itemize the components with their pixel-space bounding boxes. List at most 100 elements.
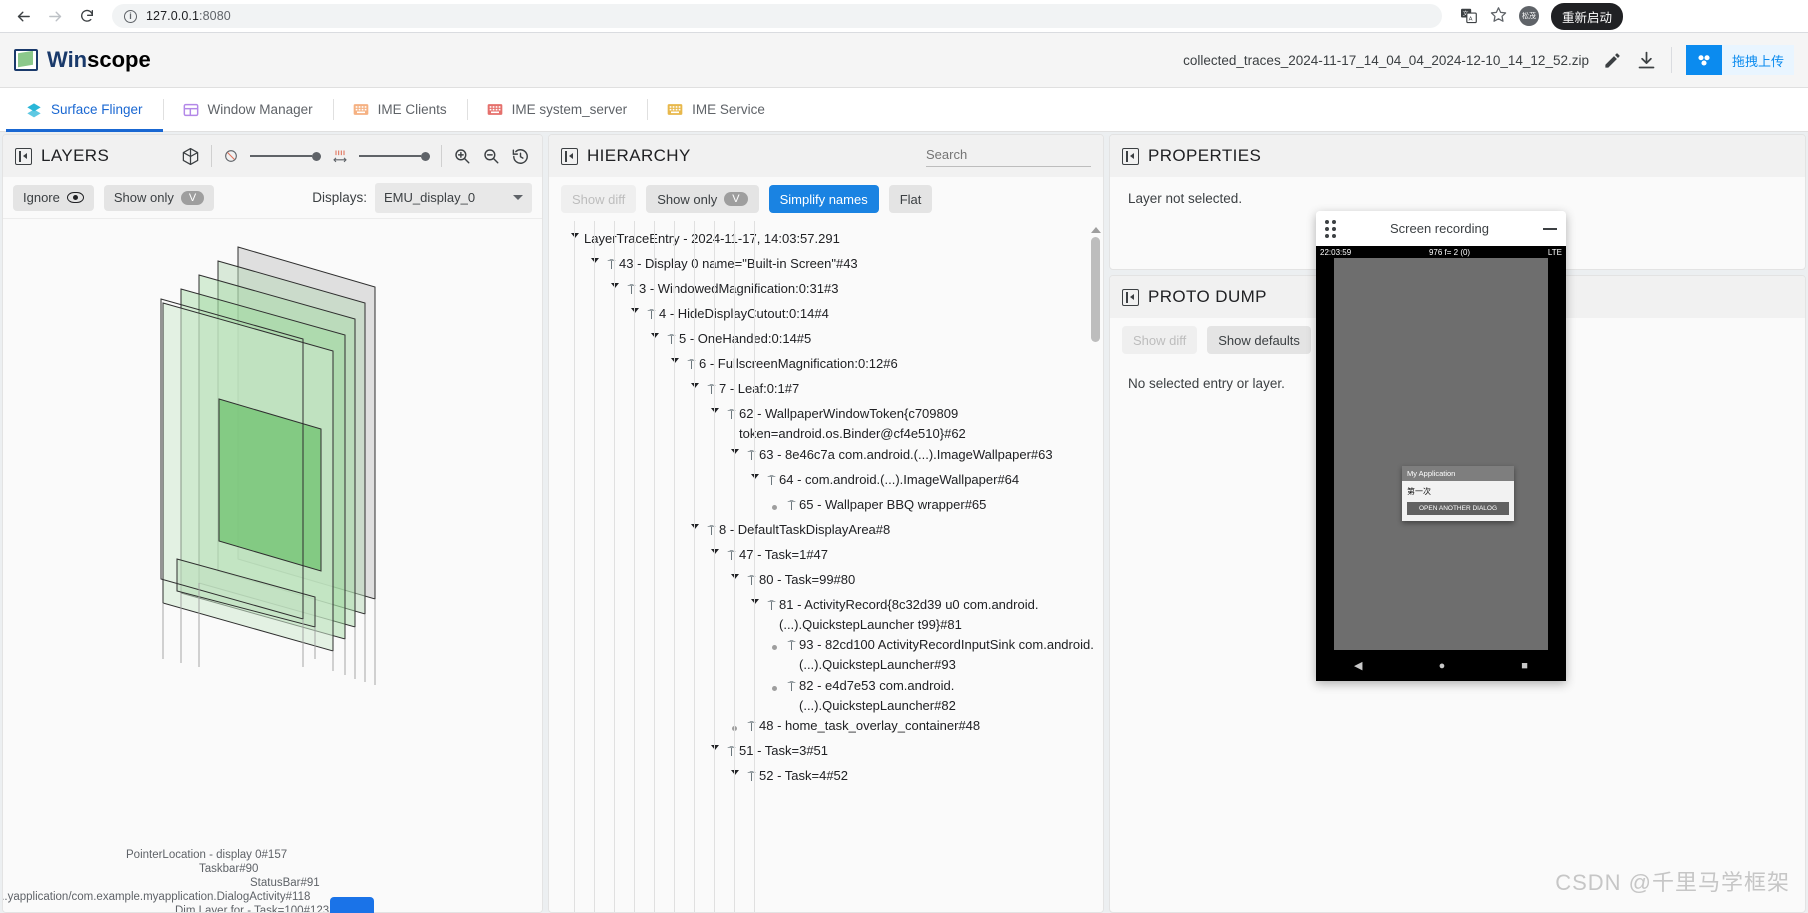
trace-filename: collected_traces_2024-11-17_14_04_04_202… xyxy=(1183,52,1589,68)
reload-button[interactable] xyxy=(74,3,100,29)
search-input[interactable] xyxy=(926,146,1091,167)
drag-handle-icon[interactable] xyxy=(1325,219,1336,238)
tab-ime-system-server[interactable]: IME system_server xyxy=(466,88,648,131)
collapse-panel-icon[interactable] xyxy=(15,147,32,165)
tree-guide-line xyxy=(754,221,755,912)
show-only-filter-chip[interactable]: Show only V xyxy=(103,184,215,211)
pin-icon[interactable]: ⍑ xyxy=(724,741,739,762)
simplify-names-button[interactable]: Simplify names xyxy=(768,185,879,213)
toolbar-divider xyxy=(441,145,442,167)
screen-recording-window[interactable]: Screen recording 22:03:59 976 f= 2 (0) L… xyxy=(1316,211,1566,681)
spacing-slider[interactable] xyxy=(359,151,430,161)
pin-icon[interactable]: ⍑ xyxy=(744,570,759,591)
pin-icon[interactable]: ⍑ xyxy=(644,304,659,325)
tab-label: Surface Flinger xyxy=(51,102,143,117)
tab-window-manager[interactable]: Window Manager xyxy=(162,88,333,131)
hierarchy-node[interactable]: ⍑ 8 - DefaultTaskDisplayArea#8 xyxy=(549,520,1103,545)
hierarchy-node-label: 4 - HideDisplayCutout:0:14#4 xyxy=(659,306,829,321)
pin-icon[interactable]: ⍑ xyxy=(784,635,799,656)
hierarchy-node[interactable]: ⍑ 93 - 82cd100 ActivityRecordInputSink co… xyxy=(549,635,1103,676)
hierarchy-node[interactable]: ⍑ 51 - Task=3#51 xyxy=(549,741,1103,766)
screen-recording-titlebar[interactable]: Screen recording xyxy=(1316,211,1566,246)
3d-cube-icon[interactable] xyxy=(181,147,200,166)
leaf-dot-icon[interactable] xyxy=(765,676,784,691)
hierarchy-node[interactable]: ⍑ 64 - com.android.(...).ImageWallpaper#6… xyxy=(549,470,1103,495)
collapse-panel-icon[interactable] xyxy=(1122,147,1139,165)
hierarchy-node[interactable]: ⍑ 82 - e4d7e53 com.android.(...).Quickste… xyxy=(549,676,1103,717)
minimize-icon[interactable] xyxy=(1543,227,1557,230)
leaf-dot-icon[interactable] xyxy=(765,495,784,510)
download-button[interactable] xyxy=(1636,50,1657,71)
pin-icon[interactable]: ⍑ xyxy=(764,595,779,616)
nav-home-icon[interactable]: ● xyxy=(1439,660,1446,672)
bookmark-button[interactable] xyxy=(1490,6,1507,27)
pin-icon[interactable]: ⍑ xyxy=(744,716,759,737)
address-bar[interactable]: i 127.0.0.1:8080 xyxy=(112,4,1442,28)
nav-recents-icon[interactable]: ■ xyxy=(1521,660,1528,672)
pin-icon[interactable]: ⍑ xyxy=(604,254,619,275)
hierarchy-node[interactable]: ⍑ 3 - WindowedMagnification:0:31#3 xyxy=(549,279,1103,304)
hierarchy-node[interactable]: ⍑ 5 - OneHanded:0:14#5 xyxy=(549,329,1103,354)
forward-button[interactable] xyxy=(42,3,68,29)
hierarchy-tree[interactable]: LayerTraceEntry - 2024-11-17, 14:03:57.2… xyxy=(549,221,1103,912)
pin-icon[interactable]: ⍑ xyxy=(744,445,759,466)
restore-icon[interactable] xyxy=(511,147,530,166)
hierarchy-node[interactable]: ⍑ 6 - FullscreenMagnification:0:12#6 xyxy=(549,354,1103,379)
layers-3d-canvas[interactable]: PointerLocation - display 0#157 Taskbar#… xyxy=(3,219,542,912)
dialog-action-button[interactable]: OPEN ANOTHER DIALOG xyxy=(1407,502,1509,515)
tab-label: IME Clients xyxy=(377,102,447,117)
pin-icon[interactable]: ⍑ xyxy=(724,404,739,425)
zoom-in-icon[interactable] xyxy=(453,147,471,165)
hierarchy-node[interactable]: ⍑ 43 - Display 0 name="Built-in Screen"#4… xyxy=(549,254,1103,279)
hierarchy-node[interactable]: ⍑ 62 - WallpaperWindowToken{c709809 token… xyxy=(549,404,1103,445)
pin-icon[interactable]: ⍑ xyxy=(744,766,759,787)
pin-icon[interactable]: ⍑ xyxy=(684,354,699,375)
nav-back-icon[interactable]: ◀ xyxy=(1354,659,1362,672)
tab-surface-flinger[interactable]: Surface Flinger xyxy=(6,88,163,132)
pin-icon[interactable]: ⍑ xyxy=(784,676,799,697)
show-only-label: Show only xyxy=(113,190,174,205)
tab-ime-service[interactable]: IME Service xyxy=(647,88,785,131)
edit-filename-button[interactable] xyxy=(1603,51,1622,70)
upload-widget[interactable]: 拖拽上传 xyxy=(1685,45,1794,75)
winscope-logo-icon xyxy=(14,49,38,71)
pin-icon[interactable]: ⍑ xyxy=(784,495,799,516)
displays-select[interactable]: EMU_display_0 xyxy=(375,182,532,213)
toolbar-divider xyxy=(211,145,212,167)
rotation-slider[interactable] xyxy=(250,151,321,161)
collapse-panel-icon[interactable] xyxy=(561,147,578,165)
site-info-icon[interactable]: i xyxy=(124,9,137,23)
ignore-filter-chip[interactable]: Ignore xyxy=(13,184,94,211)
proto-show-diff-button[interactable]: Show diff xyxy=(1122,326,1198,354)
pin-icon[interactable]: ⍑ xyxy=(704,520,719,541)
pin-icon[interactable]: ⍑ xyxy=(764,470,779,491)
hierarchy-node[interactable]: ⍑ 81 - ActivityRecord{8c32d39 u0 com.andr… xyxy=(549,595,1103,636)
pin-icon[interactable]: ⍑ xyxy=(624,279,639,300)
leaf-dot-icon[interactable] xyxy=(765,635,784,651)
show-diff-button[interactable]: Show diff xyxy=(561,185,637,213)
pin-icon[interactable]: ⍑ xyxy=(704,379,719,400)
pin-icon[interactable]: ⍑ xyxy=(724,545,739,566)
hierarchy-node[interactable]: ⍑ 52 - Task=4#52 xyxy=(549,766,1103,791)
flat-button[interactable]: Flat xyxy=(888,185,933,213)
translate-button[interactable]: 文 A xyxy=(1460,8,1478,24)
hierarchy-node[interactable]: ⍑ 7 - Leaf:0:1#7 xyxy=(549,379,1103,404)
back-button[interactable] xyxy=(10,3,36,29)
hierarchy-node[interactable]: ⍑ 80 - Task=99#80 xyxy=(549,570,1103,595)
proto-show-defaults-button[interactable]: Show defaults xyxy=(1207,326,1311,354)
restart-button[interactable]: 重新启动 xyxy=(1551,2,1624,30)
pin-icon[interactable]: ⍑ xyxy=(664,329,679,350)
hierarchy-node[interactable]: ⍑ 4 - HideDisplayCutout:0:14#4 xyxy=(549,304,1103,329)
hierarchy-node[interactable]: ⍑ 47 - Task=1#47 xyxy=(549,545,1103,570)
hierarchy-node[interactable]: LayerTraceEntry - 2024-11-17, 14:03:57.2… xyxy=(549,229,1103,254)
hierarchy-node[interactable]: ⍑ 63 - 8e46c7a com.android.(...).ImageWal… xyxy=(549,445,1103,470)
screen-recording-video[interactable]: 22:03:59 976 f= 2 (0) LTE My Application… xyxy=(1316,246,1566,681)
hierarchy-node[interactable]: ⍑ 65 - Wallpaper BBQ wrapper#65 xyxy=(549,495,1103,520)
tab-ime-clients[interactable]: IME Clients xyxy=(332,88,467,131)
collapse-panel-icon[interactable] xyxy=(1122,288,1139,306)
profile-avatar[interactable]: 松茂 xyxy=(1519,6,1539,26)
zoom-out-icon[interactable] xyxy=(482,147,500,165)
show-only-button[interactable]: Show only V xyxy=(646,185,759,213)
timeline-handle[interactable] xyxy=(330,897,374,913)
hierarchy-node[interactable]: ⍑ 48 - home_task_overlay_container#48 xyxy=(549,716,1103,741)
